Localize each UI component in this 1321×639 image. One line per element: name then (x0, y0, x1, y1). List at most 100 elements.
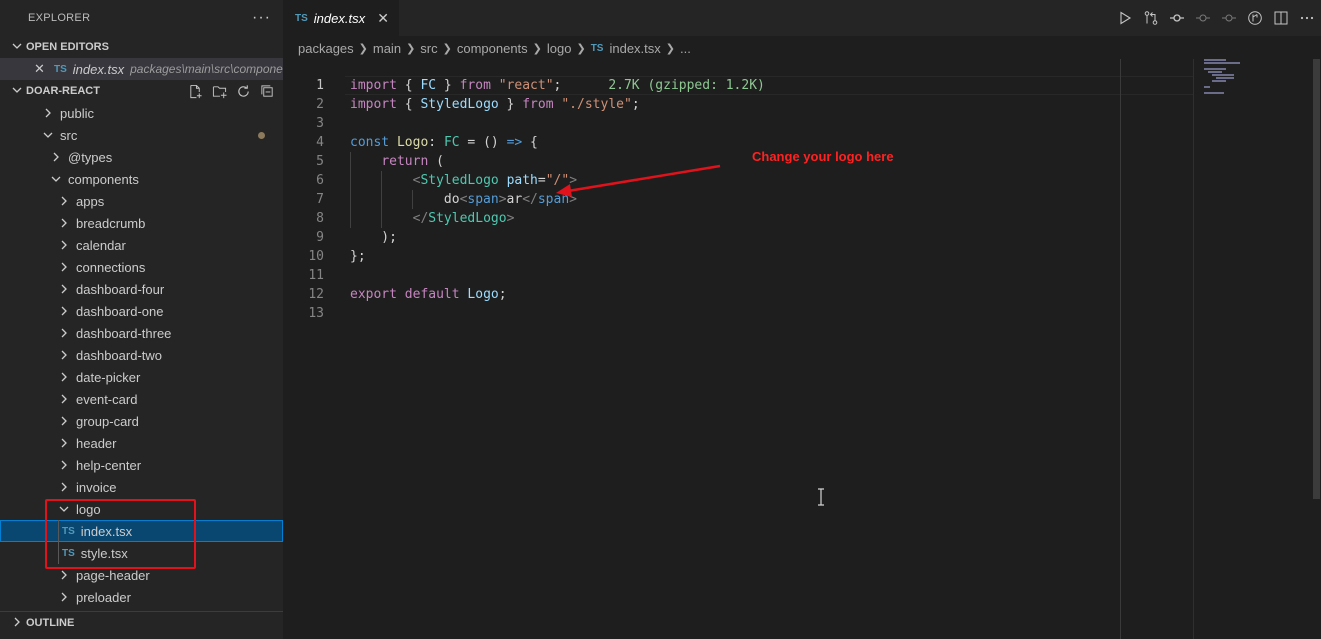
chevron-right-icon: ❯ (665, 42, 675, 55)
chevron-right-icon (56, 570, 72, 580)
folder-connections[interactable]: connections (0, 256, 283, 278)
breadcrumb-main[interactable]: main (373, 41, 401, 56)
project-header[interactable]: DOAR-REACT (0, 80, 283, 102)
line-number: 5 (316, 154, 324, 169)
file-index-tsx[interactable]: TS index.tsx (0, 520, 283, 542)
line-number: 2 (316, 97, 324, 112)
chevron-right-icon (12, 617, 26, 630)
close-icon[interactable]: ✕ (377, 10, 389, 27)
minimap-line (1204, 62, 1240, 64)
folder-dashboard-one[interactable]: dashboard-one (0, 300, 283, 322)
code-editor[interactable]: 1 import { FC } from "react"; 2.7K (gzip… (283, 62, 1193, 639)
folder-dashboard-two[interactable]: dashboard-two (0, 344, 283, 366)
breadcrumb: packages ❯ main ❯ src ❯ components ❯ log… (298, 37, 691, 59)
typescript-file-icon: TS (54, 63, 67, 75)
chevron-right-icon: ❯ (358, 42, 368, 55)
chevron-right-icon (56, 328, 72, 338)
folder-public[interactable]: public (0, 102, 283, 124)
folder-page-header[interactable]: page-header (0, 564, 283, 586)
breadcrumb-symbol[interactable]: ... (680, 41, 691, 56)
open-editors-header[interactable]: OPEN EDITORS (0, 36, 283, 58)
tree-item-label: apps (76, 193, 105, 209)
refresh-icon[interactable] (235, 83, 251, 99)
line-number: 11 (308, 268, 324, 283)
folder-dashboard-three[interactable]: dashboard-three (0, 322, 283, 344)
file-style-tsx[interactable]: TS style.tsx (0, 542, 283, 564)
code-line: 6 <StyledLogo path="/"> (283, 171, 1193, 190)
code-line: 13 (283, 304, 1193, 323)
folder-dashboard-four[interactable]: dashboard-four (0, 278, 283, 300)
collapse-all-icon[interactable] (259, 83, 275, 99)
breadcrumb-packages[interactable]: packages (298, 41, 354, 56)
indent-guide (58, 542, 59, 564)
folder-event-card[interactable]: event-card (0, 388, 283, 410)
tree-item-label: logo (76, 501, 101, 517)
folder-help-center[interactable]: help-center (0, 454, 283, 476)
chevron-right-icon (56, 218, 72, 228)
line-number: 3 (316, 116, 324, 131)
folder-breadcrumb[interactable]: breadcrumb (0, 212, 283, 234)
chevron-right-icon: ❯ (576, 42, 586, 55)
code-text: return ( (381, 154, 444, 169)
line-number: 8 (316, 211, 324, 226)
close-icon[interactable]: ✕ (34, 61, 45, 77)
folder-group-card[interactable]: group-card (0, 410, 283, 432)
code-line: 1 import { FC } from "react"; 2.7K (gzip… (283, 76, 1193, 95)
more-actions-icon[interactable]: ··· (252, 9, 271, 27)
chevron-right-icon: ❯ (532, 42, 542, 55)
open-editor-item[interactable]: ✕ TS index.tsx packages\main\src\compone… (0, 58, 283, 80)
chevron-right-icon (40, 108, 56, 118)
git-commit-icon[interactable] (1168, 9, 1185, 26)
chevron-down-icon (48, 174, 64, 184)
folder-calendar[interactable]: calendar (0, 234, 283, 256)
folder--types[interactable]: @types (0, 146, 283, 168)
new-folder-icon[interactable] (211, 83, 227, 99)
folder-date-picker[interactable]: date-picker (0, 366, 283, 388)
breadcrumb-logo[interactable]: logo (547, 41, 572, 56)
folder-apps[interactable]: apps (0, 190, 283, 212)
text-cursor-icon (818, 488, 824, 506)
chevron-down-icon (40, 130, 56, 140)
run-icon[interactable] (1116, 9, 1133, 26)
more-actions-icon[interactable] (1298, 9, 1315, 26)
vertical-scrollbar[interactable] (1313, 59, 1320, 499)
code-line: 7 do<span>ar</span> (283, 190, 1193, 209)
previous-change-icon[interactable] (1194, 9, 1211, 26)
compare-changes-icon[interactable] (1142, 9, 1159, 26)
code-line: 9 ); (283, 228, 1193, 247)
folder-src[interactable]: src (0, 124, 283, 146)
minimap-line (1204, 68, 1226, 70)
import-cost-hint: 2.7K (gzipped: 1.2K) (608, 78, 765, 93)
line-number: 1 (316, 78, 324, 93)
minimap[interactable] (1193, 59, 1308, 639)
folder-preloader[interactable]: preloader (0, 586, 283, 608)
code-text: }; (350, 249, 366, 264)
tree-item-label: calendar (76, 237, 126, 253)
typescript-file-icon: TS (62, 525, 75, 537)
explorer-title: EXPLORER (28, 12, 91, 24)
folder-header[interactable]: header (0, 432, 283, 454)
new-file-icon[interactable] (187, 83, 203, 99)
code-line: 3 (283, 114, 1193, 133)
chevron-right-icon: ❯ (406, 42, 416, 55)
code-text: </StyledLogo> (412, 211, 515, 226)
chevron-down-icon (12, 41, 26, 54)
tree-item-label: dashboard-three (76, 325, 172, 341)
breadcrumb-file[interactable]: index.tsx (609, 41, 660, 56)
split-editor-icon[interactable] (1272, 9, 1289, 26)
folder-logo[interactable]: logo (0, 498, 283, 520)
tree-item-label: preloader (76, 589, 131, 605)
tab-index-tsx[interactable]: TS index.tsx ✕ (283, 0, 399, 36)
folder-components[interactable]: components (0, 168, 283, 190)
breadcrumb-components[interactable]: components (457, 41, 528, 56)
chevron-right-icon (56, 460, 72, 470)
breadcrumb-src[interactable]: src (420, 41, 437, 56)
folder-invoice[interactable]: invoice (0, 476, 283, 498)
outline-header[interactable]: OUTLINE (0, 612, 283, 634)
code-line: 8 </StyledLogo> (283, 209, 1193, 228)
git-lens-icon[interactable] (1246, 9, 1263, 26)
code-text: ); (350, 230, 397, 245)
annotation-arrow-icon (556, 164, 721, 197)
next-change-icon[interactable] (1220, 9, 1237, 26)
code-text: <StyledLogo path="/"> (412, 173, 578, 188)
